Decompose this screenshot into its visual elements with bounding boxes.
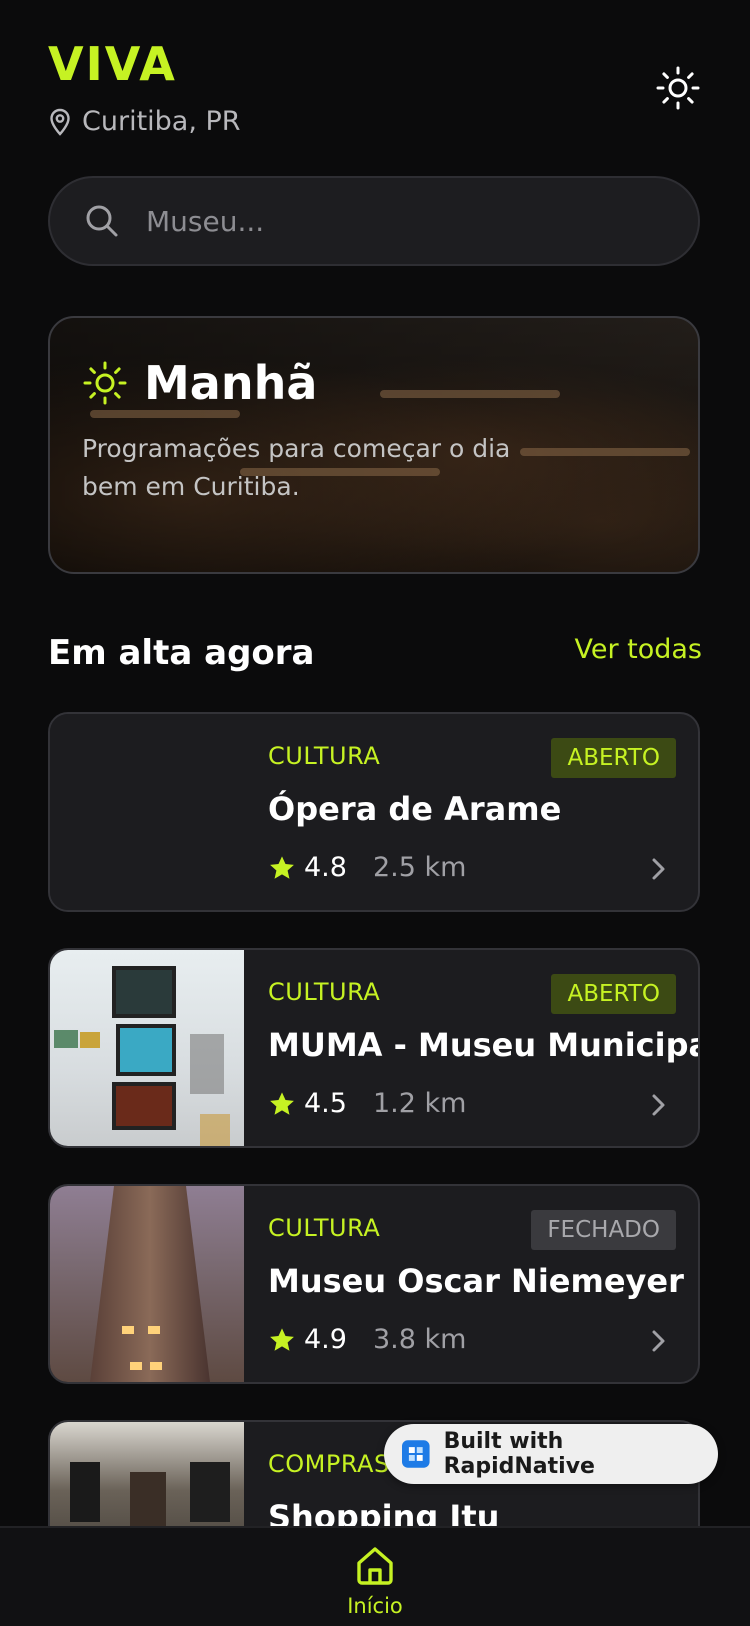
status-badge: FECHADO [531,1210,676,1250]
place-category: COMPRAS [268,1450,390,1478]
hero-title: Manhã [144,356,318,410]
app-logo-text: VIVA [48,37,177,91]
app-header: VIVA Curitiba, PR [48,36,702,146]
place-rating: 4.8 [304,852,347,883]
chevron-right-icon [652,1330,665,1352]
window-light [148,1326,160,1334]
built-with-label: Built with RapidNative [443,1429,595,1479]
place-card[interactable]: CULTURA FECHADO Museu Oscar Niemeyer 4.9… [48,1184,700,1384]
artwork-image [112,966,176,1018]
place-name: Museu Oscar Niemeyer [268,1262,684,1300]
time-of-day-banner[interactable]: Manhã Programações para começar o dia be… [48,316,700,574]
sun-icon [656,66,700,110]
clothing-rack [70,1462,100,1522]
window-light [150,1362,162,1370]
artwork-image [80,1032,100,1048]
place-meta: 4.8 2.5 km [268,852,466,883]
rapidnative-logo-icon [402,1440,430,1468]
place-distance: 1.2 km [372,1088,467,1119]
place-name: Ópera de Arame [268,790,562,828]
hero-image-detail [520,448,690,456]
theme-toggle-button[interactable] [654,64,702,112]
place-category: CULTURA [268,978,381,1006]
hero-image-detail [380,390,560,398]
trending-section-header: Em alta agora Ver todas [48,630,702,678]
see-all-link[interactable]: Ver todas [574,634,702,665]
place-thumbnail [50,1186,244,1382]
window-light [122,1326,134,1334]
search-input[interactable] [144,203,668,239]
home-icon [357,1547,393,1585]
search-icon [86,205,118,237]
location-label: Curitiba, PR [82,106,241,137]
bottom-tab-bar: Início [0,1526,750,1626]
place-thumbnail [50,950,244,1146]
clothing-rack [190,1462,230,1522]
place-rating: 4.9 [304,1324,347,1355]
place-meta: 4.9 3.8 km [268,1324,466,1355]
status-badge: ABERTO [551,738,676,778]
window-light [130,1362,142,1370]
hero-title-row: Manhã [82,356,317,410]
artwork-image [112,1082,176,1130]
place-name: MUMA - Museu Municipal [268,1026,700,1064]
sun-icon [83,361,127,405]
place-rating: 4.5 [304,1088,347,1119]
visitors-image [190,1034,224,1094]
hero-subtitle: Programações para começar o dia bem em C… [82,434,511,501]
chevron-right-icon [652,1094,665,1116]
place-meta: 4.5 1.2 km [268,1088,466,1119]
shopper-figure [130,1472,166,1532]
hero-image-detail [90,410,240,418]
place-card[interactable]: CULTURA ABERTO Ópera de Arame 4.8 2.5 km [48,712,700,912]
artwork-image [116,1024,176,1076]
star-icon [270,1091,294,1115]
place-card[interactable]: CULTURA ABERTO MUMA - Museu Municipal 4.… [48,948,700,1148]
place-distance: 3.8 km [372,1324,467,1355]
status-badge: ABERTO [551,974,676,1014]
place-thumbnail [50,714,244,910]
star-icon [270,855,294,879]
search-bar[interactable] [48,176,700,266]
floor-stripe [200,1114,230,1146]
chevron-right-icon [652,858,665,880]
tab-home-label: Início [347,1594,403,1618]
built-with-badge[interactable]: Built with RapidNative [384,1424,718,1484]
location-row[interactable]: Curitiba, PR [48,106,241,137]
tab-home[interactable]: Início [325,1544,425,1626]
star-icon [270,1327,294,1351]
building-facade [90,1186,210,1382]
place-category: CULTURA [268,742,381,770]
place-category: CULTURA [268,1214,381,1242]
location-pin-icon [50,108,70,136]
place-distance: 2.5 km [372,852,467,883]
artwork-image [54,1030,78,1048]
